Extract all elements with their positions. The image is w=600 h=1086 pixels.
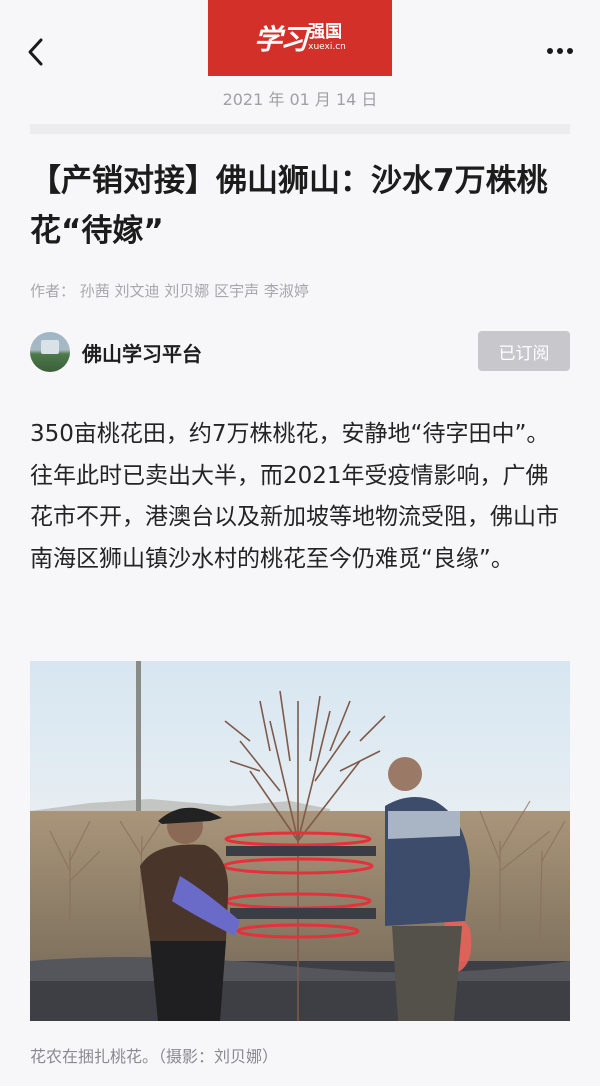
subscribe-button[interactable]: 已订阅 — [478, 331, 570, 371]
article-authors: 作者： 孙茜 刘文迪 刘贝娜 区宇声 李淑婷 — [30, 282, 309, 300]
article-title: 【产销对接】佛山狮山：沙水7万株桃花“待嫁” — [30, 163, 548, 249]
article-photo[interactable] — [30, 661, 570, 1021]
logo-script: 学习 — [254, 23, 308, 56]
logo-text: 强国 — [308, 22, 343, 42]
source-avatar[interactable] — [30, 332, 70, 372]
more-dots-icon — [547, 48, 553, 54]
source-row: 佛山学习平台 已订阅 — [30, 331, 570, 373]
logo-url: xuexi.cn — [308, 42, 346, 52]
chevron-left-icon — [28, 38, 43, 66]
article-paragraph: 350亩桃花田，约7万株桃花，安静地“待字田中”。往年此时已卖出大半，而2021… — [30, 421, 559, 572]
photo-caption: 花农在捆扎桃花。（摄影：刘贝娜） — [30, 1047, 279, 1066]
source-name[interactable]: 佛山学习平台 — [82, 338, 202, 367]
more-options-button[interactable] — [540, 36, 580, 66]
header-divider — [30, 124, 570, 134]
publish-date: 2021 年 01 月 14 日 — [222, 90, 378, 109]
app-logo: 学习 强国 xuexi.cn — [208, 0, 392, 76]
peach-blossom-photo — [30, 661, 570, 1021]
back-button[interactable] — [18, 34, 54, 70]
